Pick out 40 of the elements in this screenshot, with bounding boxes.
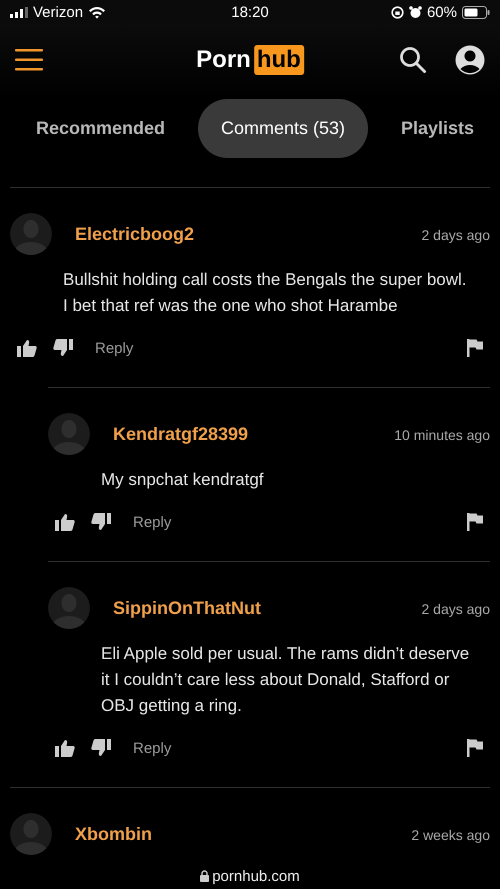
wifi-icon: [88, 6, 106, 19]
flag-icon[interactable]: [467, 739, 483, 757]
comment-text: Eli Apple sold per usual. The rams didn’t deserve it I couldn’t care less about Donald, Stafford or OBJ getting a ring.: [101, 643, 470, 717]
reply-button[interactable]: Reply: [127, 740, 172, 756]
signal-icon: [10, 7, 28, 18]
thumbs-up-icon[interactable]: [17, 339, 37, 357]
comment-text: My snpchat kendratgf: [101, 469, 265, 491]
rotation-lock-icon: [390, 6, 404, 19]
comment-time: 2 weeks ago: [411, 827, 490, 843]
username[interactable]: Electricboog2: [75, 224, 194, 244]
url-text[interactable]: pornhub.com: [212, 868, 300, 884]
reply-button[interactable]: Reply: [127, 514, 172, 530]
thumbs-up-icon[interactable]: [55, 739, 75, 757]
menu-icon[interactable]: [15, 49, 43, 71]
flag-icon[interactable]: [467, 513, 483, 531]
comment-time: 10 minutes ago: [394, 427, 490, 443]
thumbs-down-icon[interactable]: [53, 339, 73, 357]
comment-time: 2 days ago: [422, 601, 490, 617]
thumbs-up-icon[interactable]: [55, 513, 75, 531]
thumbs-down-icon[interactable]: [91, 513, 111, 531]
battery-icon: [462, 6, 490, 19]
comment-time: 2 days ago: [422, 227, 490, 243]
flag-icon[interactable]: [467, 339, 483, 357]
battery-percent: 60%: [426, 4, 457, 21]
thumbs-down-icon[interactable]: [91, 739, 111, 757]
carrier-name: Verizon: [33, 4, 84, 21]
account-icon[interactable]: [455, 45, 485, 75]
alarm-icon: [408, 6, 422, 19]
username[interactable]: Xbombin: [75, 824, 152, 844]
username[interactable]: SippinOnThatNut: [113, 598, 261, 618]
tab[interactable]: Playlists: [386, 100, 488, 156]
tab[interactable]: Comments (53): [198, 98, 368, 158]
comment-text: Bullshit holding call costs the Bengals the super bowl. I bet that ref was the one who shot Harambe: [63, 269, 468, 317]
tab[interactable]: Recommended: [22, 100, 180, 156]
reply-button[interactable]: Reply: [89, 340, 134, 356]
lock-icon: [200, 870, 210, 882]
username[interactable]: Kendratgf28399: [113, 424, 248, 444]
clock-time: 18:20: [231, 4, 269, 21]
site-logo[interactable]: Porn hub: [196, 45, 304, 75]
search-icon[interactable]: [399, 46, 427, 74]
